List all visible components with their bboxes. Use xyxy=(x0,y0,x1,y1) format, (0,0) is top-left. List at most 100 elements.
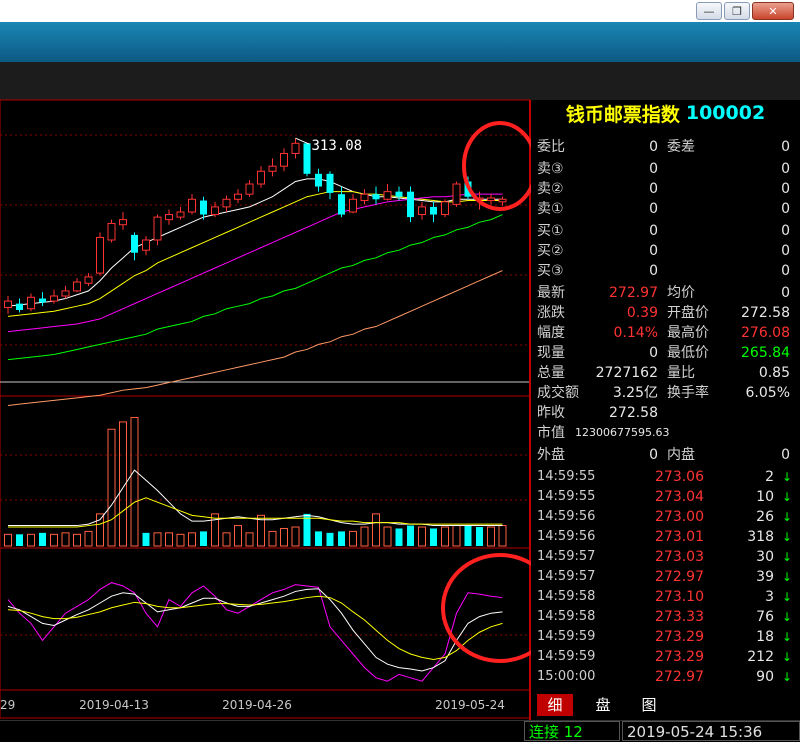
tick-row: 14:59:59 273.29 18 ↓ xyxy=(531,627,800,647)
volume-bar xyxy=(84,530,93,547)
avg-price-value: 0 xyxy=(781,285,790,301)
tick-price: 273.00 xyxy=(655,509,704,525)
tick-row: 14:59:59 273.29 212 ↓ xyxy=(531,647,800,667)
tick-price: 273.29 xyxy=(655,629,704,645)
volume-bar xyxy=(16,534,23,546)
sell-label: 卖③ xyxy=(537,161,564,177)
sell-row: 卖① 0 0 xyxy=(531,199,800,219)
security-code: 100002 xyxy=(685,102,766,124)
buy-volume: 0 xyxy=(781,223,790,239)
down-arrow-icon: ↓ xyxy=(781,610,792,624)
stat-row: 成交额 3.25亿 换手率 6.05% xyxy=(531,383,800,403)
down-arrow-icon: ↓ xyxy=(781,470,792,484)
quote-panel: 钱币邮票指数 100002 委比 0 委差 0 卖③ 0 0 卖② 0 0 卖①… xyxy=(531,100,800,720)
tick-price: 273.10 xyxy=(655,589,704,605)
tick-price: 272.97 xyxy=(655,569,704,585)
volume-ma-line xyxy=(8,497,503,528)
volume-bar xyxy=(464,525,472,546)
down-arrow-icon: ↓ xyxy=(781,510,792,524)
tab-chart[interactable]: 图 xyxy=(631,694,667,716)
volume-bar xyxy=(234,525,242,547)
volume-bar xyxy=(452,525,461,547)
status-datetime: 2019-05-24 15:36 xyxy=(622,721,800,741)
stat-row: 涨跌 0.39 开盘价 272.58 xyxy=(531,303,800,323)
candle-body xyxy=(452,183,461,205)
volume-bar xyxy=(476,527,483,546)
low-label: 最低价 xyxy=(667,345,709,361)
down-arrow-icon: ↓ xyxy=(781,490,792,504)
stat-row: 市值 12300677595.63 xyxy=(531,423,800,443)
tick-time: 15:00:00 xyxy=(537,669,596,684)
tick-time: 14:59:56 xyxy=(537,529,596,544)
volume-bar xyxy=(441,526,449,547)
chart-frame xyxy=(0,99,531,720)
high-value: 276.08 xyxy=(741,325,790,341)
volume-bar xyxy=(107,428,116,547)
tick-row: 14:59:58 273.10 3 ↓ xyxy=(531,587,800,607)
volume-bar xyxy=(315,531,322,546)
tick-time: 14:59:57 xyxy=(537,569,596,584)
down-arrow-icon: ↓ xyxy=(781,590,792,604)
tab-book[interactable]: 盘 xyxy=(585,694,621,716)
tick-volume: 76 xyxy=(756,609,774,625)
candle-body xyxy=(61,290,70,297)
candle-body xyxy=(119,219,127,226)
prev-close-value: 272.58 xyxy=(609,405,658,421)
connection-status: 连接 12 xyxy=(524,721,620,741)
total-vol-value: 2727162 xyxy=(595,365,658,381)
candle-body xyxy=(430,206,437,215)
stat-row: 现量 0 最低价 265.84 xyxy=(531,343,800,363)
turnover-label: 成交额 xyxy=(537,385,579,401)
highlight-circle xyxy=(441,553,531,663)
minimize-icon[interactable]: — xyxy=(696,2,722,20)
weicha-value: 0 xyxy=(781,139,790,155)
tick-time: 14:59:55 xyxy=(537,489,596,504)
volume-bar xyxy=(245,532,254,547)
tick-volume: 318 xyxy=(747,529,774,545)
candle-body xyxy=(107,222,116,241)
tick-time: 14:59:56 xyxy=(537,509,596,524)
volume-bar xyxy=(165,532,173,547)
moving-average-line xyxy=(7,270,503,406)
avg-price-label: 均价 xyxy=(667,285,695,301)
indicator-line xyxy=(7,595,503,660)
sell-volume: 0 xyxy=(781,181,790,197)
buy-price: 0 xyxy=(649,223,658,239)
candle-body xyxy=(245,183,254,195)
pct-value: 0.14% xyxy=(613,325,658,341)
candle-body xyxy=(338,194,345,215)
maximize-icon[interactable]: ❐ xyxy=(724,2,750,20)
candle-body xyxy=(441,201,449,216)
date-tick-label: 2019-04-26 xyxy=(222,698,292,712)
tick-price: 273.29 xyxy=(655,649,704,665)
tick-row: 14:59:55 273.06 2 ↓ xyxy=(531,467,800,487)
candle-body xyxy=(131,234,138,253)
security-name: 钱币邮票指数 xyxy=(565,103,680,126)
buy-label: 买① xyxy=(537,223,564,239)
vol-ratio-label: 量比 xyxy=(667,365,695,381)
volume-bar xyxy=(50,533,58,547)
security-title: 钱币邮票指数 100002 xyxy=(531,100,800,126)
chart-area[interactable]: 313.08 29 2019-04-13 2019-04-26 2019-05-24 xyxy=(0,0,531,720)
close-icon[interactable]: ✕ xyxy=(752,2,794,20)
highlight-circle xyxy=(462,121,531,211)
candle-body xyxy=(73,281,81,292)
turnover-rate-label: 换手率 xyxy=(667,385,709,401)
volume-bar xyxy=(326,532,334,546)
vol-ratio-value: 0.85 xyxy=(758,365,790,381)
sell-price: 0 xyxy=(649,201,658,217)
volume-bar xyxy=(430,528,437,546)
tick-time: 14:59:55 xyxy=(537,469,596,484)
down-arrow-icon: ↓ xyxy=(781,570,792,584)
high-annotation: 313.08 xyxy=(312,138,363,154)
tick-row: 14:59:55 273.04 10 ↓ xyxy=(531,487,800,507)
volume-bar xyxy=(4,533,12,547)
volume-bar xyxy=(407,525,414,546)
tick-volume: 18 xyxy=(756,629,774,645)
candle-body xyxy=(372,194,380,200)
tick-row: 14:59:56 273.01 318 ↓ xyxy=(531,527,800,547)
tab-detail[interactable]: 细 xyxy=(537,694,573,716)
inner-value: 0 xyxy=(781,447,790,463)
sell-label: 卖② xyxy=(537,181,564,197)
tick-price: 273.04 xyxy=(655,489,704,505)
